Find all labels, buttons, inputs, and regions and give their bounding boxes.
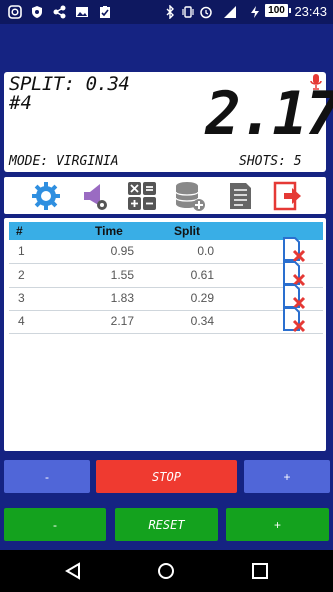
time-cell: 1.55 <box>110 268 134 282</box>
vibrate-icon <box>182 6 194 18</box>
alarm-icon <box>200 6 212 19</box>
toolbar <box>4 177 326 214</box>
table-row: 2 1.55 0.61 <box>9 261 323 288</box>
table-row: 1 0.95 0.0 <box>9 237 323 264</box>
shield-icon <box>32 6 42 18</box>
settings-icon[interactable] <box>30 180 62 212</box>
split-cell: 0.61 <box>190 268 214 282</box>
recents-icon[interactable] <box>251 562 269 580</box>
header-number: # <box>16 224 23 238</box>
shot-number-cell: 4 <box>18 314 25 328</box>
home-icon[interactable] <box>157 562 175 580</box>
header-time: Time <box>95 224 123 238</box>
status-bar: 100 23:43 <box>0 0 333 24</box>
sound-settings-icon[interactable] <box>80 180 112 212</box>
back-icon[interactable] <box>64 562 82 580</box>
table-row: 3 1.83 0.29 <box>9 284 323 311</box>
share-icon <box>53 5 66 19</box>
notes-icon[interactable] <box>224 180 256 212</box>
header-split: Split <box>174 224 200 238</box>
stop-button[interactable]: STOP <box>96 460 237 493</box>
reset-button[interactable]: RESET <box>115 508 218 541</box>
split-cell: 0.34 <box>190 314 214 328</box>
charging-icon <box>251 6 259 18</box>
plus-button-top[interactable]: + <box>244 460 330 493</box>
shot-number-cell: 2 <box>18 268 25 282</box>
clock: 23:43 <box>294 4 327 19</box>
time-cell: 1.83 <box>110 291 134 305</box>
mode-label: MODE: VIRGINIA <box>9 154 119 169</box>
split-cell: 0.0 <box>197 244 214 258</box>
time-cell: 0.95 <box>110 244 134 258</box>
shot-number: #4 <box>9 92 32 114</box>
calculator-icon[interactable] <box>126 180 158 212</box>
instagram-icon <box>8 5 22 19</box>
minus-button-top[interactable]: - <box>4 460 90 493</box>
split-cell: 0.29 <box>190 291 214 305</box>
bluetooth-icon <box>166 5 174 19</box>
main-time-display: 2.17 <box>205 79 333 149</box>
signal-icon <box>224 6 236 18</box>
minus-button-bottom[interactable]: - <box>4 508 106 541</box>
microphone-icon[interactable] <box>310 74 322 90</box>
shot-table: # Time Split 1 0.95 0.0 2 1.55 0.61 3 1.… <box>4 218 326 451</box>
table-row: 4 2.17 0.34 <box>9 307 323 334</box>
gallery-icon <box>76 7 88 17</box>
shot-number-cell: 1 <box>18 244 25 258</box>
clipboard-icon <box>100 6 110 18</box>
plus-button-bottom[interactable]: + <box>226 508 329 541</box>
timer-panel: SPLIT: 0.34 #4 2.17 MODE: VIRGINIA SHOTS… <box>4 72 333 172</box>
navigation-bar <box>0 550 333 592</box>
shot-number-cell: 3 <box>18 291 25 305</box>
table-header: # Time Split <box>9 222 323 240</box>
battery-level: 100 <box>265 4 291 17</box>
delete-shot-icon[interactable] <box>281 306 307 334</box>
exit-icon[interactable] <box>272 180 304 212</box>
shots-count: SHOTS: 5 <box>239 154 302 169</box>
time-cell: 2.17 <box>110 314 134 328</box>
add-database-icon[interactable] <box>174 180 206 212</box>
